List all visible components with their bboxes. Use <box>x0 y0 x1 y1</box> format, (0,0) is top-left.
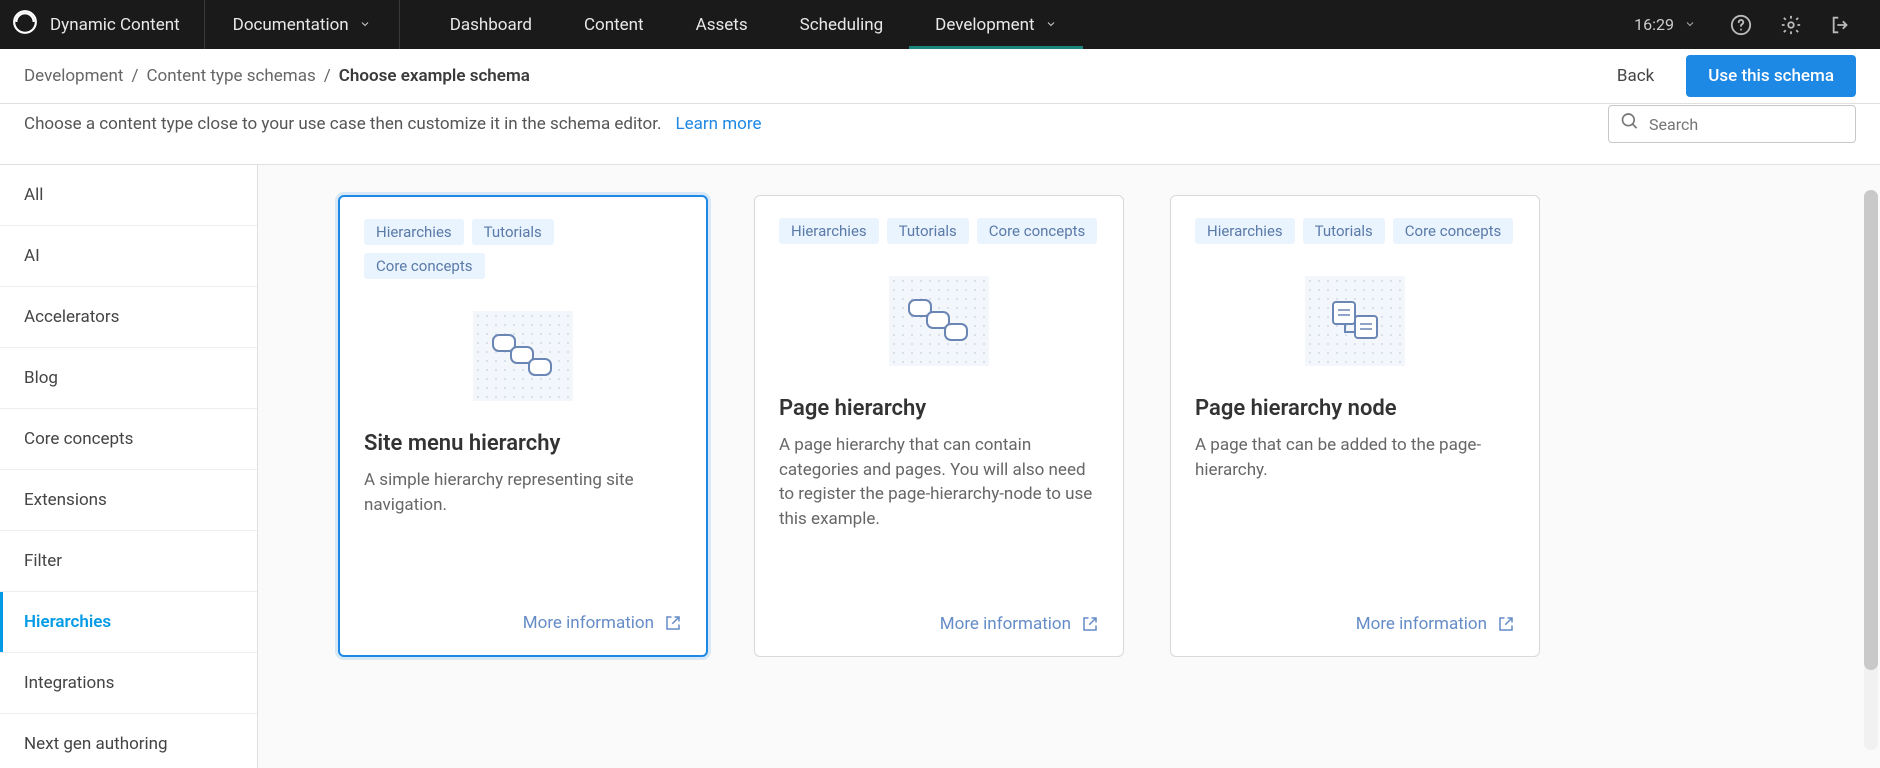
help-icon[interactable] <box>1720 4 1762 46</box>
use-this-schema-button[interactable]: Use this schema <box>1686 55 1856 97</box>
subheader-actions: Back Use this schema <box>1599 55 1856 97</box>
breadcrumb-link-development[interactable]: Development <box>24 66 123 86</box>
card-illustration <box>1195 256 1515 386</box>
chevron-down-icon <box>1684 15 1696 34</box>
schema-card[interactable]: Hierarchies Tutorials Core concepts Site me… <box>338 195 708 657</box>
card-illustration <box>779 256 1099 386</box>
brand: Dynamic Content <box>0 0 205 49</box>
brand-name: Dynamic Content <box>50 15 180 35</box>
time-dropdown[interactable]: 16:29 <box>1634 15 1712 34</box>
tag: Hierarchies <box>1195 218 1295 244</box>
card-footer: More information <box>779 614 1099 634</box>
hub-name: Documentation <box>233 15 349 35</box>
sidebar-item-hierarchies[interactable]: Hierarchies <box>0 592 257 653</box>
card-footer: More information <box>364 613 682 633</box>
chevron-down-icon <box>1045 15 1057 35</box>
topbar-right: 16:29 <box>1634 0 1880 49</box>
breadcrumb: Development / Content type schemas / Cho… <box>24 66 530 86</box>
top-navigation-bar: Dynamic Content Documentation DashboardC… <box>0 0 1880 49</box>
tag: Tutorials <box>887 218 969 244</box>
sidebar-item-blog[interactable]: Blog <box>0 348 257 409</box>
tag: Tutorials <box>1303 218 1385 244</box>
card-title: Site menu hierarchy <box>364 431 682 456</box>
gear-icon[interactable] <box>1770 4 1812 46</box>
search-wrap <box>1608 105 1856 143</box>
sidebar-item-all[interactable]: All <box>0 165 257 226</box>
tag: Hierarchies <box>364 219 464 245</box>
card-illustration <box>364 291 682 421</box>
sidebar-item-core-concepts[interactable]: Core concepts <box>0 409 257 470</box>
card-description: A page hierarchy that can contain catego… <box>779 433 1099 598</box>
time-value: 16:29 <box>1634 15 1674 34</box>
brand-logo-icon <box>12 9 38 40</box>
body: AllAIAcceleratorsBlogCore conceptsExtens… <box>0 165 1880 768</box>
hub-dropdown[interactable]: Documentation <box>205 0 400 49</box>
scrollbar[interactable] <box>1864 190 1878 750</box>
card-description: A page that can be added to the page-hie… <box>1195 433 1515 598</box>
nav-item-content[interactable]: Content <box>558 0 670 49</box>
breadcrumb-separator: / <box>131 66 138 86</box>
nav-item-scheduling[interactable]: Scheduling <box>774 0 910 49</box>
chevron-down-icon <box>359 15 371 35</box>
more-information-link[interactable]: More information <box>940 614 1099 634</box>
card-tags: Hierarchies Tutorials Core concepts <box>1195 218 1515 244</box>
sidebar-item-integrations[interactable]: Integrations <box>0 653 257 714</box>
more-information-link[interactable]: More information <box>523 613 682 633</box>
main-nav: DashboardContentAssetsSchedulingDevelopm… <box>424 0 1083 49</box>
nav-item-dashboard[interactable]: Dashboard <box>424 0 558 49</box>
card-tags: Hierarchies Tutorials Core concepts <box>364 219 682 279</box>
breadcrumb-separator: / <box>324 66 331 86</box>
logout-icon[interactable] <box>1820 4 1862 46</box>
sidebar: AllAIAcceleratorsBlogCore conceptsExtens… <box>0 165 258 768</box>
back-button[interactable]: Back <box>1599 56 1672 96</box>
info-row: Choose a content type close to your use … <box>0 104 1880 165</box>
card-description: A simple hierarchy representing site nav… <box>364 468 682 597</box>
info-text: Choose a content type close to your use … <box>24 114 661 134</box>
card-title: Page hierarchy <box>779 396 1099 421</box>
breadcrumb-current: Choose example schema <box>339 66 530 86</box>
scrollbar-thumb[interactable] <box>1864 190 1878 670</box>
search-icon <box>1620 112 1640 137</box>
schema-card[interactable]: Hierarchies Tutorials Core concepts Page hi… <box>754 195 1124 657</box>
sidebar-item-extensions[interactable]: Extensions <box>0 470 257 531</box>
sidebar-item-filter[interactable]: Filter <box>0 531 257 592</box>
card-tags: Hierarchies Tutorials Core concepts <box>779 218 1099 244</box>
sidebar-item-accelerators[interactable]: Accelerators <box>0 287 257 348</box>
more-information-link[interactable]: More information <box>1356 614 1515 634</box>
cards-container: Hierarchies Tutorials Core concepts Site me… <box>308 195 1830 657</box>
subheader: Development / Content type schemas / Cho… <box>0 49 1880 104</box>
tag: Tutorials <box>472 219 554 245</box>
sidebar-item-next-gen-authoring[interactable]: Next gen authoring <box>0 714 257 768</box>
card-footer: More information <box>1195 614 1515 634</box>
content-area: Hierarchies Tutorials Core concepts Site me… <box>258 165 1880 768</box>
tag: Core concepts <box>364 253 485 279</box>
card-title: Page hierarchy node <box>1195 396 1515 421</box>
sidebar-item-ai[interactable]: AI <box>0 226 257 287</box>
nav-item-assets[interactable]: Assets <box>670 0 774 49</box>
tag: Hierarchies <box>779 218 879 244</box>
learn-more-link[interactable]: Learn more <box>675 114 761 134</box>
search-input[interactable] <box>1608 105 1856 143</box>
nav-item-development[interactable]: Development <box>909 0 1082 49</box>
breadcrumb-link-schemas[interactable]: Content type schemas <box>146 66 315 86</box>
tag: Core concepts <box>1393 218 1514 244</box>
tag: Core concepts <box>977 218 1098 244</box>
schema-card[interactable]: Hierarchies Tutorials Core concepts Page hi… <box>1170 195 1540 657</box>
